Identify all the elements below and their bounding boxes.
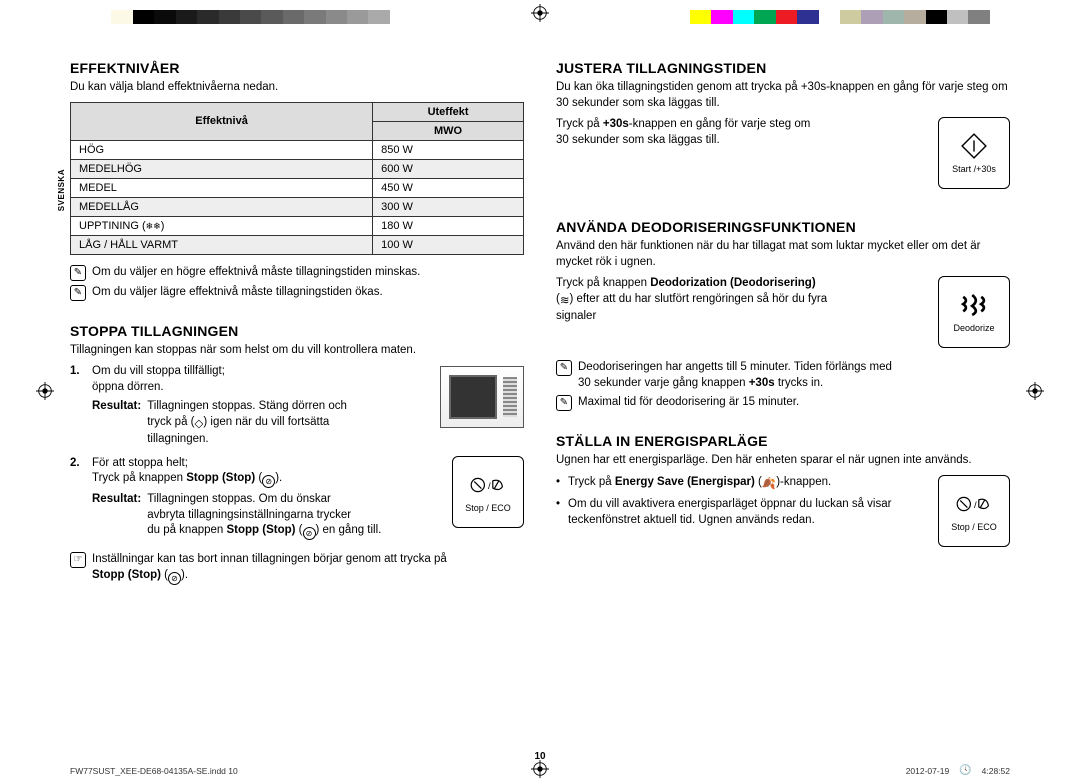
note-remove-settings: Inställningar kan tas bort innan tillagn… [70,552,524,585]
color-swatch [926,10,947,24]
color-swatch [347,10,368,24]
footer-datetime: 2012-07-19 🕓 4:28:52 [906,765,1010,776]
step-2: 2. För att stoppa helt; Tryck på knappen… [70,456,442,541]
microwave-illustration [440,366,524,428]
stop-icon: ⊘ [262,475,275,488]
color-swatch [197,10,218,24]
section-deodorize: ANVÄNDA DEODORISERINGSFUNKTIONEN Använd … [556,219,1010,411]
color-swatch [154,10,175,24]
color-swatch [904,10,925,24]
note-deodorize-5min: Deodoriseringen har angetts till 5 minut… [556,360,1010,391]
start-30s-button-icon: Start /+30s [938,117,1010,189]
footer-file-info: FW77SUST_XEE-DE68-04135A-SE.indd 10 [70,766,238,776]
color-swatch [947,10,968,24]
registration-mark-top [531,4,549,22]
deodorize-button-icon: Deodorize [938,276,1010,348]
color-swatch [304,10,325,24]
heading-stop-cooking: STOPPA TILLAGNINGEN [70,323,524,339]
heading-energy-save: STÄLLA IN ENERGISPARLÄGE [556,433,1010,449]
bullet-energy-1: Tryck på Energy Save (Energispar) (🍂)-kn… [556,475,1010,493]
stop-icon: ⊘ [168,572,181,585]
color-swatch [968,10,989,24]
note-higher-power: Om du väljer en högre effektnivå måste t… [70,265,524,281]
section-stop-cooking: STOPPA TILLAGNINGEN Tillagningen kan sto… [70,323,524,585]
color-swatch [133,10,154,24]
note-icon [556,360,572,376]
leaf-icon: 🍂 [762,477,776,493]
page-content: EFFEKTNIVÅER Du kan välja bland effektni… [70,60,1010,742]
pointer-icon [70,552,86,568]
color-swatch [368,10,389,24]
heading-adjust-time: JUSTERA TILLAGNINGSTIDEN [556,60,1010,76]
color-swatch [883,10,904,24]
stop-eco-button-icon: / Stop / ECO [452,456,524,528]
color-swatch [840,10,861,24]
intro-deodorize: Använd den här funktionen när du har til… [556,239,1010,270]
registration-mark-bottom [531,760,549,778]
color-swatch [283,10,304,24]
table-row: LÅG / HÅLL VARMT100 W [71,235,524,254]
wave-icon: ≋ [560,294,570,310]
table-row: MEDEL450 W [71,178,524,197]
result-label: Resultat: [92,399,141,448]
note-deodorize-max: Maximal tid för deodorisering är 15 minu… [556,395,1010,411]
svg-text:/: / [488,481,491,492]
page-number: 10 [534,751,545,762]
color-swatch [90,10,111,24]
table-row: MEDELHÖG600 W [71,159,524,178]
th-output: Uteffekt [373,102,524,121]
right-column: JUSTERA TILLAGNINGSTIDEN Du kan öka till… [556,60,1010,742]
note-icon [556,395,572,411]
note-icon [70,285,86,301]
note-lower-power: Om du väljer lägre effektnivå måste till… [70,285,524,301]
intro-stop-cooking: Tillagningen kan stoppas när som helst o… [70,343,524,359]
intro-energy-save: Ugnen har ett energisparläge. Den här en… [556,453,1010,469]
power-levels-table: Effektnivå Uteffekt MWO HÖG850 WMEDELHÖG… [70,102,524,255]
table-row: HÖG850 W [71,140,524,159]
th-mwo: MWO [373,121,524,140]
color-bar-right [690,10,990,24]
step-1: 1. Om du vill stoppa tillfälligt; öppna … [70,364,430,448]
color-swatch [261,10,282,24]
intro-adjust-time: Du kan öka tillagningstiden genom att tr… [556,80,1010,111]
note-icon [70,265,86,281]
defrost-icon: ❄❄ [146,221,161,231]
heading-power-levels: EFFEKTNIVÅER [70,60,524,76]
color-swatch [711,10,732,24]
color-swatch [326,10,347,24]
color-swatch [219,10,240,24]
bullet-energy-2: Om du vill avaktivera energisparläget öp… [556,497,1010,528]
section-adjust-time: JUSTERA TILLAGNINGSTIDEN Du kan öka till… [556,60,1010,197]
color-swatch [176,10,197,24]
stop-icon: ⊘ [303,527,316,540]
registration-mark-right [1026,382,1044,400]
color-swatch [776,10,797,24]
th-level: Effektnivå [71,102,373,140]
color-swatch [797,10,818,24]
registration-mark-left [36,382,54,400]
color-swatch [733,10,754,24]
clock-icon: 🕓 [959,765,971,776]
color-swatch [819,10,840,24]
intro-power-levels: Du kan välja bland effektnivåerna nedan. [70,80,524,96]
color-swatch [690,10,711,24]
language-tab: SVENSKA [56,165,67,215]
left-column: EFFEKTNIVÅER Du kan välja bland effektni… [70,60,524,742]
table-row: MEDELLÅG300 W [71,197,524,216]
heading-deodorize: ANVÄNDA DEODORISERINGSFUNKTIONEN [556,219,1010,235]
section-energy-save: STÄLLA IN ENERGISPARLÄGE Ugnen har ett e… [556,433,1010,555]
color-swatch [111,10,132,24]
color-swatch [754,10,775,24]
color-swatch [240,10,261,24]
section-power-levels: EFFEKTNIVÅER Du kan välja bland effektni… [70,60,524,301]
table-row: UPPTINING (❄❄)180 W [71,216,524,235]
result-label: Resultat: [92,492,141,540]
color-bar-left [90,10,390,24]
color-swatch [861,10,882,24]
